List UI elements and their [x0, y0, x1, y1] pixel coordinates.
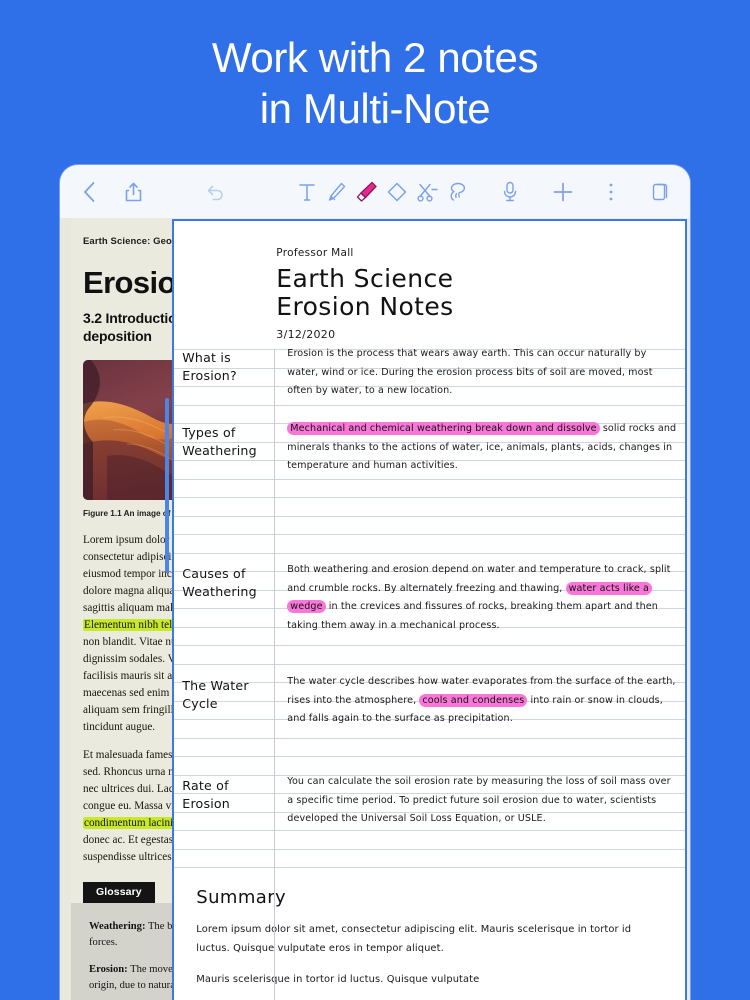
- textbook-chapter-title: Erosion: [83, 265, 173, 300]
- c1p1-text-b: molestie nunc non blandit. Vitae nunc se…: [83, 636, 173, 734]
- textbook-document-pane[interactable]: Earth Science: Geology Rocks! 5th Editio…: [60, 218, 173, 1000]
- glossary-tab-label: Glossary: [83, 882, 155, 904]
- note-row-water-cycle[interactable]: The Water Cycle The water cycle describe…: [174, 669, 685, 769]
- summary-paragraph-2: Mauris scelerisque in tortor id luctus. …: [196, 974, 480, 985]
- note-row-label: Causes of Weathering: [182, 566, 257, 600]
- app-toolbar: [60, 165, 690, 218]
- note-row-body: Erosion is the process that wears away e…: [278, 341, 685, 416]
- note-row-label: Types of Weathering: [182, 425, 257, 459]
- textbook-section-subtitle: 3.2 Introduction to erosion, weathering,…: [83, 310, 172, 345]
- note-row-label: What is Erosion?: [182, 350, 237, 384]
- figure-1-1-caption: Figure 1.1 An image of Antelope Canyon, …: [83, 508, 172, 518]
- glossary-term-erosion: Erosion: The movement of rock and soil f…: [89, 962, 172, 994]
- undo-icon[interactable]: [200, 177, 230, 207]
- summary-paragraph-1: Lorem ipsum dolor sit amet, consectetur …: [196, 924, 632, 954]
- textbook-page: Earth Science: Geology Rocks! 5th Editio…: [71, 218, 173, 1000]
- note-body-text-b: in the crevices and fissures of rocks, b…: [287, 601, 658, 631]
- glossary-section: Glossary Weathering: The breakdown of ro…: [71, 882, 173, 1000]
- note-row-body: Both weathering and erosion depend on wa…: [278, 539, 685, 669]
- note-row-label: Rate of Erosion: [182, 778, 230, 812]
- notes-author: Professor Mall: [276, 247, 354, 259]
- note-row-types-of-weathering[interactable]: Types of Weathering Mechanical and chemi…: [174, 416, 685, 539]
- note-row-body: The water cycle describes how water evap…: [278, 669, 685, 769]
- note-row-body: You can calculate the soil erosion rate …: [278, 769, 685, 869]
- note-body-text: Erosion is the process that wears away e…: [287, 348, 653, 396]
- pink-highlight-cools-condenses: cools and condenses: [419, 693, 528, 707]
- textbook-column-1: Lorem ipsum dolor sit amet, consectetur …: [83, 532, 173, 866]
- headline-line-2: in Multi-Note: [259, 85, 491, 133]
- pen-tool-icon[interactable]: [322, 177, 352, 207]
- column-1-paragraph-2: Et malesuada fames ac turpis egestas sed…: [83, 747, 173, 866]
- notes-title-line-1: Earth Science: [276, 264, 454, 293]
- promo-headline: Work with 2 notes in Multi-Note: [0, 32, 750, 134]
- note-row-rate-of-erosion[interactable]: Rate of Erosion You can calculate the so…: [174, 769, 685, 869]
- c1p2-text-a: Et malesuada fames ac turpis egestas sed…: [83, 749, 173, 813]
- figure-row: Figure 1.1 An image of Antelope Canyon, …: [71, 359, 173, 520]
- glossary-term-erosion-name: Erosion:: [89, 964, 128, 976]
- glossary-term-weathering: Weathering: The breakdown of rock and so…: [89, 919, 172, 951]
- note-row-label: The Water Cycle: [182, 678, 249, 712]
- c1p1-text-a: Lorem ipsum dolor sit amet, consectetur …: [83, 534, 173, 615]
- scissors-tool-icon[interactable]: [412, 177, 442, 207]
- pink-highlight-mechanical-chemical: Mechanical and chemical weathering break…: [287, 422, 600, 435]
- notes-title: Earth Science Erosion Notes: [276, 265, 685, 321]
- document-scrollbar[interactable]: [165, 398, 170, 573]
- green-highlight-elementum: Elementum nibh tellus: [83, 619, 173, 632]
- lasso-hand-tool-icon[interactable]: [442, 177, 472, 207]
- notes-title-block: Professor Mall Earth Science Erosion Not…: [174, 221, 685, 341]
- page-view-icon[interactable]: [646, 177, 676, 207]
- multi-note-workspace: Earth Science: Geology Rocks! 5th Editio…: [60, 218, 690, 1000]
- share-icon[interactable]: [118, 177, 148, 207]
- notes-rows: What is Erosion? Erosion is the process …: [174, 341, 685, 869]
- more-options-icon[interactable]: [596, 177, 626, 207]
- textbook-edition-line: Earth Science: Geology Rocks! 5th Editio…: [83, 236, 172, 247]
- notes-summary-section: Summary Lorem ipsum dolor sit amet, cons…: [174, 869, 685, 989]
- text-tool-icon[interactable]: [292, 177, 322, 207]
- note-row-causes-of-weathering[interactable]: Causes of Weathering Both weathering and…: [174, 539, 685, 669]
- textbook-header: Earth Science: Geology Rocks! 5th Editio…: [71, 236, 172, 346]
- back-icon[interactable]: [74, 177, 104, 207]
- highlighter-tool-icon[interactable]: [352, 177, 382, 207]
- microphone-icon[interactable]: [495, 177, 525, 207]
- note-body-text: You can calculate the soil erosion rate …: [287, 776, 671, 824]
- handwritten-notes-pane[interactable]: Professor Mall Earth Science Erosion Not…: [172, 219, 687, 1000]
- antelope-canyon-image: [83, 359, 173, 500]
- notes-date: 3/12/2020: [276, 328, 336, 341]
- glossary-term-weathering-name: Weathering:: [89, 921, 146, 933]
- add-icon[interactable]: [548, 177, 578, 207]
- summary-heading: Summary: [196, 887, 287, 908]
- textbook-body-columns: Lorem ipsum dolor sit amet, consectetur …: [71, 532, 173, 866]
- notes-title-line-2: Erosion Notes: [276, 292, 454, 321]
- column-1-paragraph-1: Lorem ipsum dolor sit amet, consectetur …: [83, 532, 173, 736]
- notes-page: Professor Mall Earth Science Erosion Not…: [174, 221, 685, 1000]
- figure-1-1: Figure 1.1 An image of Antelope Canyon, …: [83, 359, 173, 520]
- green-highlight-condimentum: condimentum lacinia quis: [83, 817, 173, 830]
- tablet-device-frame: Earth Science: Geology Rocks! 5th Editio…: [60, 165, 690, 1000]
- eraser-tool-icon[interactable]: [382, 177, 412, 207]
- note-row-body: Mechanical and chemical weathering break…: [278, 416, 685, 539]
- glossary-body: Weathering: The breakdown of rock and so…: [71, 903, 173, 1000]
- headline-line-1: Work with 2 notes: [211, 34, 539, 81]
- note-row-what-is-erosion[interactable]: What is Erosion? Erosion is the process …: [174, 341, 685, 416]
